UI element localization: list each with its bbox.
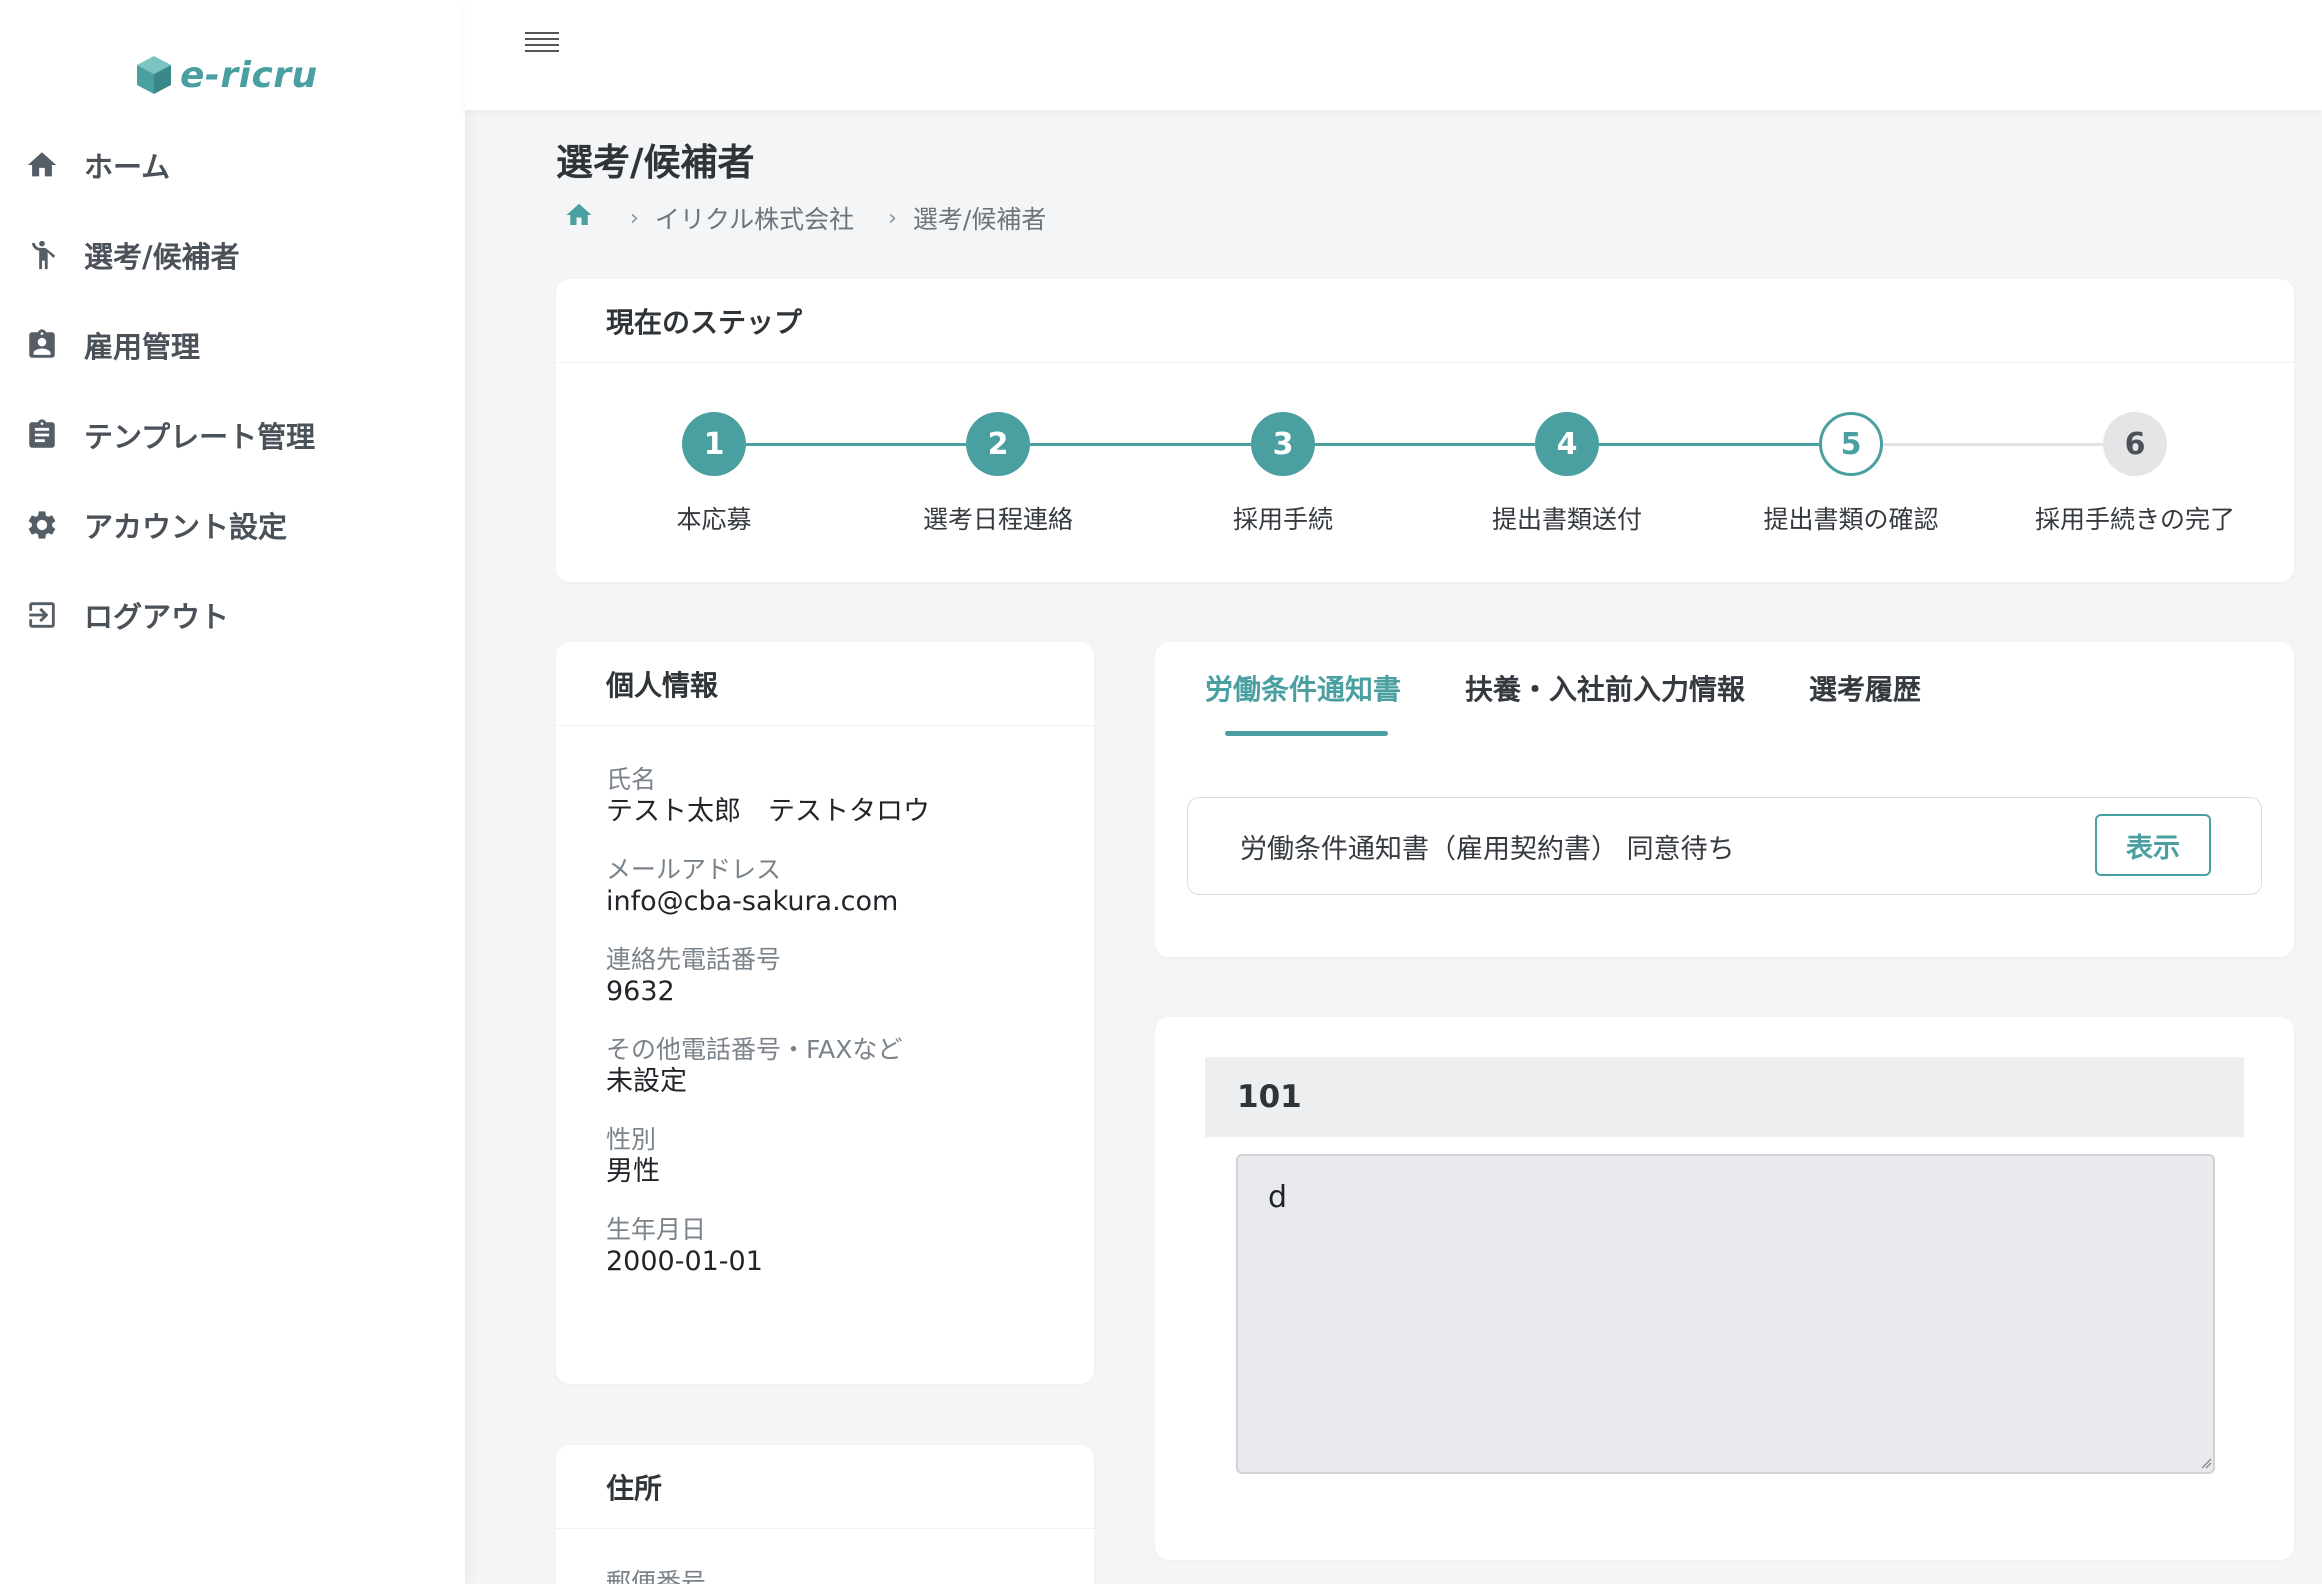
- chevron-right-icon: ›: [888, 205, 897, 231]
- answer-textarea[interactable]: d: [1236, 1154, 2215, 1474]
- field-birthdate: 生年月日 2000-01-01: [606, 1214, 1094, 1278]
- resize-grip-icon[interactable]: [2200, 1457, 2212, 1469]
- tab-bar: 労働条件通知書 扶養・入社前入力情報 選考履歴: [1205, 668, 1985, 708]
- field-value: 2000-01-01: [606, 1246, 763, 1277]
- tab-dependents-info[interactable]: 扶養・入社前入力情報: [1465, 668, 1745, 708]
- field-value: 男性: [606, 1156, 660, 1187]
- home-icon: [24, 147, 60, 183]
- field-name: 氏名 テスト太郎 テストタロウ: [606, 764, 1094, 828]
- step-connector: [1883, 443, 2103, 446]
- gear-icon: [24, 507, 60, 543]
- field-value: 未設定: [606, 1066, 687, 1097]
- step-4-circle: 4: [1535, 412, 1599, 476]
- chevron-right-icon: ›: [630, 205, 639, 231]
- field-label: 生年月日: [606, 1215, 707, 1244]
- step-connector: [746, 443, 966, 446]
- person-icon: [24, 237, 60, 273]
- card-title: 住所: [556, 1445, 1094, 1529]
- tab-labor-conditions[interactable]: 労働条件通知書: [1205, 668, 1401, 708]
- field-label: 氏名: [606, 765, 657, 794]
- page-title: 選考/候補者: [556, 141, 755, 184]
- sidebar-item-label: ログアウト: [84, 600, 230, 634]
- active-tab-indicator: [1225, 731, 1388, 736]
- logo-text: e-ricru: [180, 54, 318, 96]
- show-button[interactable]: 表示: [2095, 814, 2211, 876]
- step-2-circle: 2: [966, 412, 1030, 476]
- sidebar-nav: ホーム 選考/候補者 雇用管理 テンプレート管理 アカウント設定 ログアウト: [0, 120, 465, 660]
- badge-icon: [24, 327, 60, 363]
- step-connector: [1315, 443, 1535, 446]
- contract-status-text: 労働条件通知書（雇用契約書） 同意待ち: [1240, 833, 1735, 865]
- sidebar-item-logout[interactable]: ログアウト: [0, 570, 465, 660]
- card-title: 個人情報: [556, 642, 1094, 726]
- field-phone: 連絡先電話番号 9632: [606, 944, 1094, 1008]
- question-title: 101: [1205, 1057, 2244, 1137]
- field-value: テスト太郎 テストタロウ: [606, 796, 930, 827]
- menu-icon[interactable]: [525, 32, 559, 58]
- field-value: 9632: [606, 976, 675, 1007]
- field-email: メールアドレス info@cba-sakura.com: [606, 854, 1094, 918]
- step-3-circle: 3: [1251, 412, 1315, 476]
- step-2-label: 選考日程連絡: [922, 505, 1073, 534]
- step-6-label: 採用手続きの完了: [2034, 505, 2235, 534]
- field-other-phone: その他電話番号・FAXなど 未設定: [606, 1034, 1094, 1098]
- breadcrumb-current: 選考/候補者: [912, 205, 1047, 234]
- step-1-label: 本応募: [676, 505, 752, 534]
- breadcrumb-home-icon[interactable]: [562, 200, 596, 236]
- sidebar-item-label: ホーム: [84, 150, 171, 184]
- current-step-card: 現在のステップ: [556, 279, 2294, 582]
- step-1-circle: 1: [682, 412, 746, 476]
- question-card: 101 d: [1155, 1017, 2294, 1560]
- topbar: [465, 0, 2322, 110]
- field-label: 性別: [606, 1125, 657, 1154]
- field-label: その他電話番号・FAXなど: [606, 1035, 903, 1064]
- sidebar-item-label: 選考/候補者: [84, 240, 240, 274]
- documents-tab-card: 労働条件通知書 扶養・入社前入力情報 選考履歴 労働条件通知書（雇用契約書） 同…: [1155, 642, 2294, 957]
- sidebar-item-employment[interactable]: 雇用管理: [0, 300, 465, 390]
- step-3-label: 採用手続: [1232, 505, 1333, 534]
- field-value: info@cba-sakura.com: [606, 886, 899, 917]
- step-5-label: 提出書類の確認: [1763, 505, 1939, 534]
- field-label: 連絡先電話番号: [606, 945, 782, 974]
- contract-status-row: 労働条件通知書（雇用契約書） 同意待ち 表示: [1187, 797, 2262, 895]
- logout-icon: [24, 597, 60, 633]
- step-5-circle: 5: [1819, 412, 1883, 476]
- sidebar-item-label: 雇用管理: [84, 330, 201, 364]
- logo-cube-icon: [137, 56, 171, 94]
- step-connector: [1599, 443, 1819, 446]
- card-title: 現在のステップ: [556, 279, 2294, 363]
- field-label: メールアドレス: [606, 855, 782, 884]
- sidebar-item-candidates[interactable]: 選考/候補者: [0, 210, 465, 300]
- clipboard-icon: [24, 417, 60, 453]
- step-4-label: 提出書類送付: [1491, 505, 1642, 534]
- step-6-circle: 6: [2103, 412, 2167, 476]
- breadcrumb: › イリクル株式会社 › 選考/候補者: [562, 200, 1046, 236]
- address-card: 住所 郵便番号: [556, 1445, 1094, 1584]
- logo[interactable]: e-ricru: [134, 54, 318, 96]
- field-gender: 性別 男性: [606, 1124, 1094, 1188]
- sidebar-item-templates[interactable]: テンプレート管理: [0, 390, 465, 480]
- step-connector: [1030, 443, 1251, 446]
- sidebar-item-home[interactable]: ホーム: [0, 120, 465, 210]
- sidebar-item-account[interactable]: アカウント設定: [0, 480, 465, 570]
- tab-selection-history[interactable]: 選考履歴: [1809, 668, 1921, 708]
- field-label: 郵便番号: [606, 1568, 707, 1584]
- sidebar-item-label: テンプレート管理: [84, 420, 316, 454]
- personal-info-card: 個人情報 氏名 テスト太郎 テストタロウ メールアドレス info@cba-sa…: [556, 642, 1094, 1384]
- sidebar-item-label: アカウント設定: [84, 510, 288, 544]
- breadcrumb-company[interactable]: イリクル株式会社: [655, 200, 854, 236]
- sidebar: e-ricru ホーム 選考/候補者 雇用管理 テンプレート管理 アカウント設定…: [0, 0, 465, 1584]
